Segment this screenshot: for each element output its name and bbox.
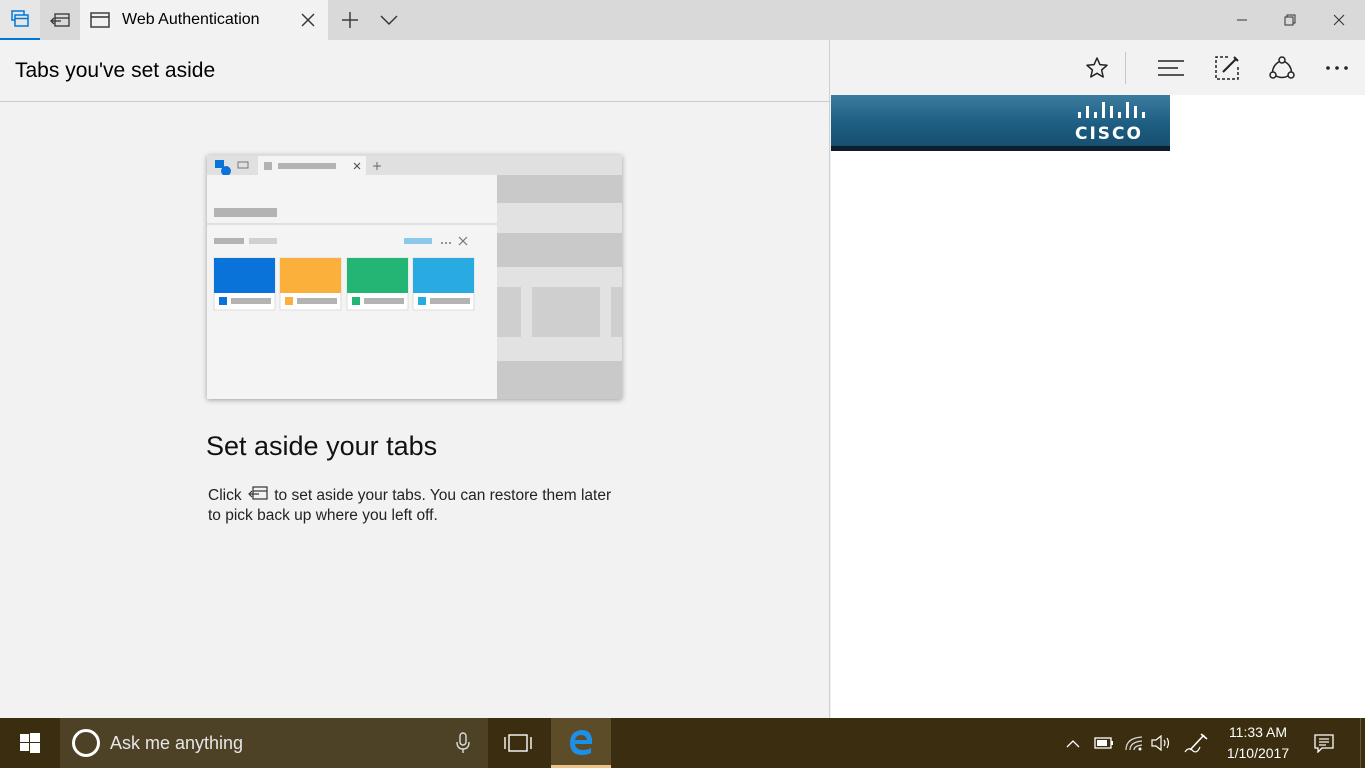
new-tab-button[interactable] [330,0,370,40]
toolbar-divider [1125,52,1126,84]
web-content: CISCO [831,95,1365,718]
network-button[interactable] [1121,718,1147,768]
panel-title: Tabs you've set aside [15,58,216,82]
minimize-icon [1237,19,1247,21]
pen-icon [1184,733,1208,753]
web-note-button[interactable] [1205,40,1249,95]
browser-toolbar [831,40,1365,95]
share-button[interactable] [1260,40,1304,95]
close-icon [301,13,315,27]
desc-rest-text: to set aside your tabs. You can restore … [208,487,612,524]
task-view-button[interactable] [494,718,542,768]
start-button[interactable] [0,718,60,768]
microphone-icon [456,732,470,753]
cortana-icon [72,729,100,757]
tab-preview-button[interactable] [370,0,408,40]
battery-button[interactable] [1090,718,1118,768]
edge-taskbar-button[interactable] [551,718,611,768]
share-icon [1269,55,1295,79]
set-aside-tabs-button[interactable] [40,0,80,40]
illustration-graphic [207,155,622,399]
cisco-logo: CISCO [1073,100,1145,144]
close-window-button[interactable] [1315,0,1363,40]
search-placeholder: Ask me anything [110,732,244,753]
edge-icon [570,729,593,755]
more-icon [1326,65,1348,70]
hub-icon [1158,59,1184,76]
volume-button[interactable] [1148,718,1174,768]
web-note-icon [1215,55,1239,80]
tab-web-authentication[interactable]: Web Authentication [80,0,328,40]
speaker-icon [1151,735,1170,751]
restore-button[interactable] [1266,0,1314,40]
microphone-button[interactable] [438,718,488,768]
windows-ink-button[interactable] [1181,718,1213,768]
favorites-button[interactable] [1075,40,1119,95]
set-aside-description: Click to set aside your tabs. You can re… [208,486,618,526]
clock[interactable]: 11:33 AM 1/10/2017 [1218,722,1298,764]
page-icon [90,12,110,28]
notification-icon [1314,734,1334,753]
star-icon [1086,56,1108,78]
set-aside-tabs-icon [50,13,70,27]
chevron-up-icon [1066,739,1080,747]
cisco-logo-text: CISCO [1075,124,1143,144]
cisco-banner: CISCO [831,95,1170,151]
tab-close-button[interactable] [288,0,328,40]
taskbar: Ask me anything 11:33 AM 1/10/2017 [0,718,1365,768]
show-hidden-icons-button[interactable] [1060,718,1086,768]
clock-date: 1/10/2017 [1226,745,1290,761]
chevron-down-icon [380,15,398,25]
close-icon [1333,14,1345,26]
panel-header: Tabs you've set aside [0,40,829,102]
title-bar: Web Authentication [0,0,1365,40]
desc-click-text: Click [208,487,242,504]
restore-icon [1284,14,1296,26]
set-aside-illustration [207,155,622,399]
tab-manager-button[interactable] [0,0,40,40]
windows-icon [20,733,40,753]
cortana-search-box[interactable]: Ask me anything [60,718,488,768]
task-view-icon [504,734,532,752]
battery-icon [1094,737,1113,749]
show-desktop-button[interactable] [1360,718,1365,768]
cisco-bars-icon [1078,102,1145,118]
tab-manager-icon [11,10,29,27]
hub-button[interactable] [1149,40,1193,95]
set-aside-tabs-icon [248,486,268,500]
tabs-set-aside-panel: Tabs you've set aside Set aside your tab… [0,40,830,718]
wifi-icon [1125,736,1143,751]
tab-title: Web Authentication [122,11,260,28]
action-center-button[interactable] [1304,718,1344,768]
clock-time: 11:33 AM [1228,724,1288,740]
minimize-button[interactable] [1218,0,1266,40]
plus-icon [342,12,358,28]
more-button[interactable] [1315,40,1359,95]
set-aside-heading: Set aside your tabs [206,431,438,461]
